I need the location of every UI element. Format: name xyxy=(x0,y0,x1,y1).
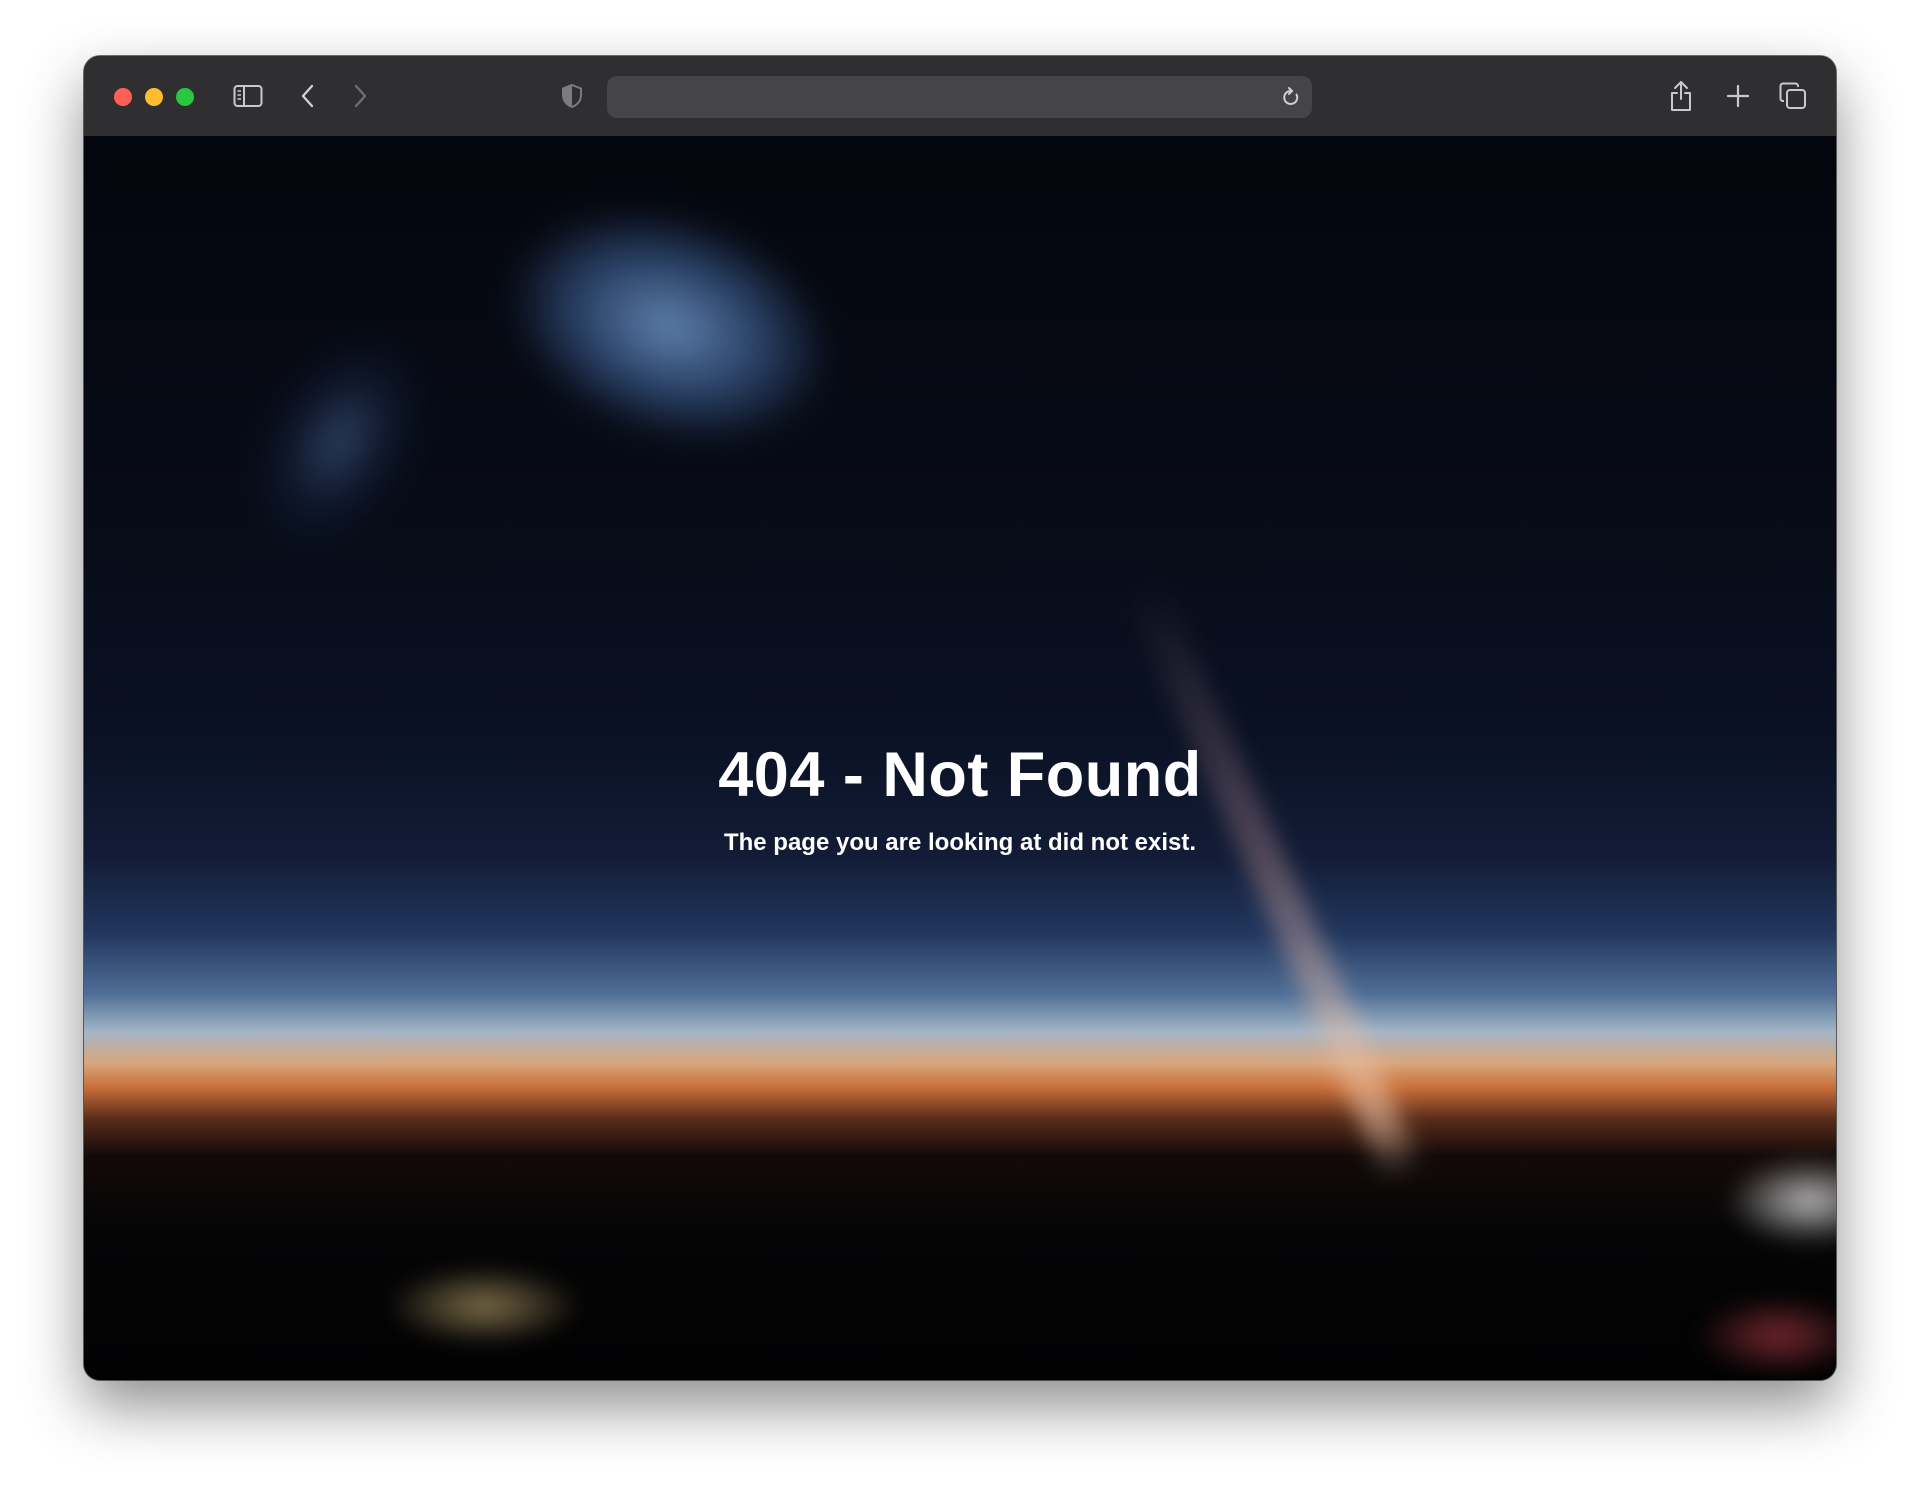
share-icon[interactable] xyxy=(1666,78,1696,114)
reload-icon[interactable] xyxy=(1280,86,1302,108)
background-glow xyxy=(478,170,860,482)
background-glow xyxy=(216,303,462,579)
address-bar[interactable] xyxy=(607,76,1312,118)
error-message: 404 - Not Found The page you are looking… xyxy=(84,740,1836,858)
page-content: 404 - Not Found The page you are looking… xyxy=(84,136,1836,1380)
tabs-icon[interactable] xyxy=(1778,81,1808,111)
zoom-window-button[interactable] xyxy=(176,88,194,106)
error-description: The page you are looking at did not exis… xyxy=(723,829,1197,856)
browser-toolbar xyxy=(84,56,1836,137)
chevron-left-icon[interactable] xyxy=(296,82,320,110)
error-title: 404 - Not Found xyxy=(718,740,1202,810)
sidebar-icon[interactable] xyxy=(232,83,264,109)
city-light xyxy=(384,1266,584,1346)
city-light xyxy=(1694,1296,1836,1376)
close-window-button[interactable] xyxy=(114,88,132,106)
chevron-right-icon[interactable] xyxy=(348,82,372,110)
minimize-window-button[interactable] xyxy=(145,88,163,106)
city-light xyxy=(1724,1156,1836,1246)
browser-window: 404 - Not Found The page you are looking… xyxy=(84,56,1836,1380)
shield-icon[interactable] xyxy=(560,82,584,110)
rocket-trail xyxy=(1123,575,1425,1187)
plus-icon[interactable] xyxy=(1724,82,1752,110)
